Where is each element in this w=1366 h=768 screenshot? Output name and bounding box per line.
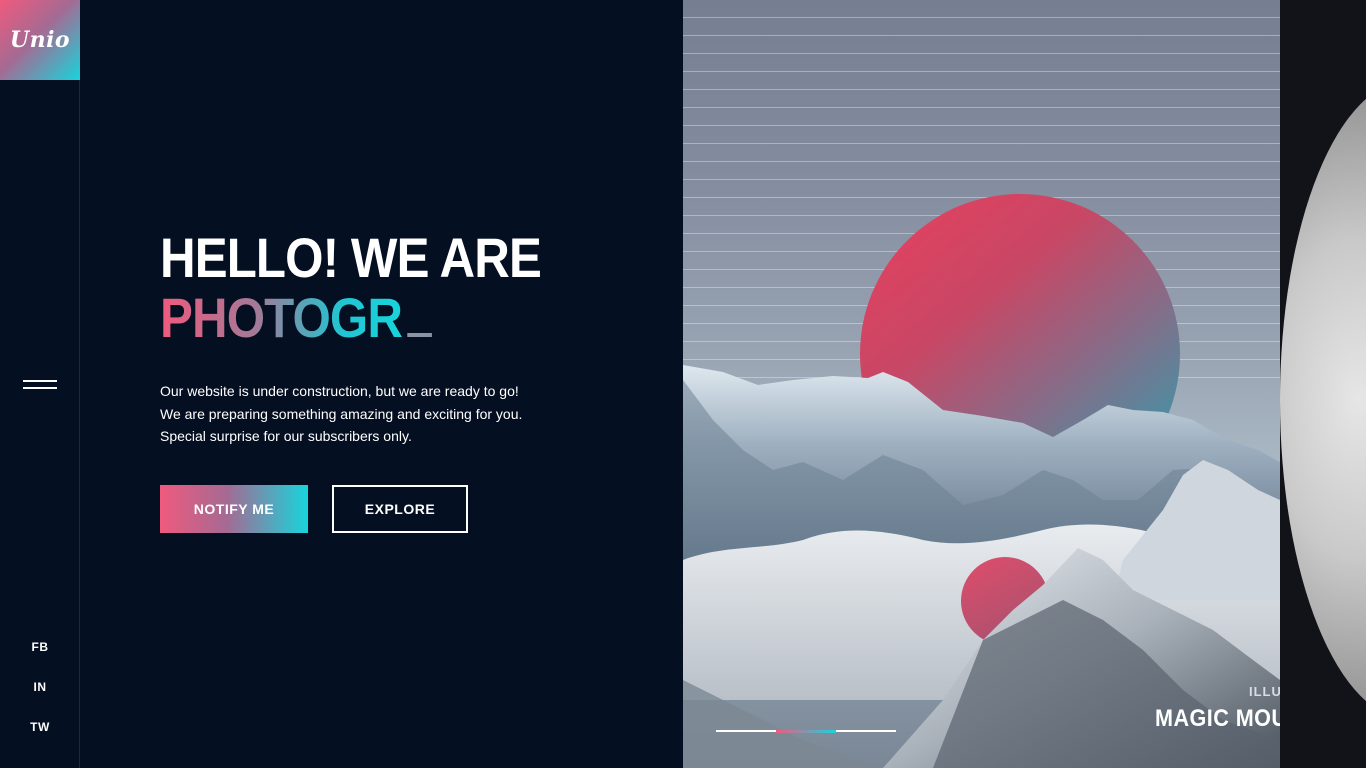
hero-description: Our website is under construction, but w… bbox=[160, 380, 522, 448]
slider-progress-active-segment bbox=[776, 729, 836, 733]
next-slide-preview[interactable] bbox=[1280, 0, 1366, 768]
social-link-instagram[interactable]: IN bbox=[0, 680, 80, 694]
slide-title: MAGIC MOUI bbox=[1155, 705, 1280, 732]
slider-image-panel: ILLUS MAGIC MOUI bbox=[683, 0, 1280, 768]
social-link-twitter[interactable]: TW bbox=[0, 720, 80, 734]
slider-progress-bar[interactable] bbox=[716, 729, 896, 733]
hero-title-line1: HELLO! WE ARE bbox=[160, 226, 542, 289]
hero-description-line: We are preparing something amazing and e… bbox=[160, 405, 523, 422]
hero-title-typed-word: PHOTOGR bbox=[160, 286, 403, 349]
explore-button[interactable]: EXPLORE bbox=[332, 485, 468, 533]
hamburger-menu-icon[interactable] bbox=[23, 377, 57, 393]
social-link-facebook[interactable]: FB bbox=[0, 640, 80, 654]
logo[interactable]: Unio bbox=[0, 0, 80, 80]
sidebar: Unio FB IN TW bbox=[0, 0, 80, 768]
hero-title: HELLO! WE ARE PHOTOGR bbox=[160, 226, 542, 348]
typing-cursor bbox=[407, 333, 433, 337]
next-slide-image bbox=[1280, 80, 1366, 720]
hero-description-line: Our website is under construction, but w… bbox=[160, 383, 519, 399]
logo-text: Unio bbox=[9, 27, 71, 53]
hero-title-line2-wrap: PHOTOGR bbox=[160, 288, 541, 348]
notify-me-button[interactable]: NOTIFY ME bbox=[160, 485, 308, 533]
slide-category: ILLUS bbox=[1249, 684, 1280, 699]
foreground-mountain bbox=[683, 548, 1280, 768]
hero-description-line: Special surprise for our subscribers onl… bbox=[160, 428, 412, 444]
